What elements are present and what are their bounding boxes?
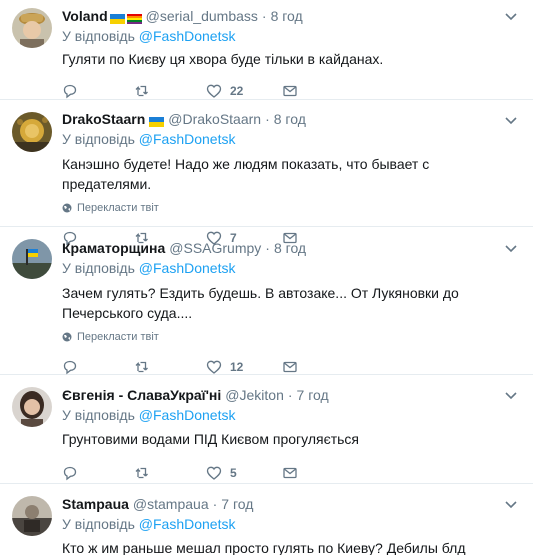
reply-icon — [63, 360, 77, 375]
chevron-down-icon[interactable] — [503, 240, 519, 256]
reply-button[interactable] — [62, 83, 134, 99]
display-name[interactable]: Stampaua — [62, 496, 129, 512]
ukraine-flag-icon — [109, 11, 125, 24]
like-button[interactable]: 5 — [206, 465, 282, 481]
tweet[interactable]: Voland @serial_dumbass · 8 год У відпові… — [0, 0, 533, 100]
rainbow-flag-icon — [126, 11, 142, 24]
separator-dot: · — [261, 8, 267, 24]
mention-link[interactable]: @FashDonetsk — [139, 407, 236, 423]
separator-dot: · — [265, 240, 270, 256]
tweet[interactable]: Краматорщина @SSAGrumpy · 8 год У відпов… — [0, 227, 533, 375]
ukraine-flag-icon — [149, 114, 165, 127]
separator-dot: · — [212, 496, 218, 512]
globe-icon — [62, 332, 72, 342]
replying-to: У відповідь @FashDonetsk — [62, 28, 236, 44]
retweet-icon — [135, 361, 148, 373]
envelope-icon — [283, 467, 297, 479]
direct-message-button[interactable] — [282, 83, 298, 99]
tweet-actions: 22 — [62, 80, 533, 102]
tweet-header: DrakoStaarn @DrakoStaarn · 8 год — [62, 109, 533, 129]
avatar[interactable] — [12, 496, 52, 536]
avatar[interactable] — [12, 387, 52, 427]
mention-link[interactable]: @FashDonetsk — [139, 131, 236, 147]
display-name[interactable]: Voland — [62, 8, 108, 24]
tweet-header: Voland @serial_dumbass · 8 год — [62, 6, 533, 26]
replying-to: У відповідь @FashDonetsk — [62, 407, 236, 423]
tweet-header: Краматорщина @SSAGrumpy · 8 год — [62, 238, 533, 258]
tweet-text: Кто ж им раньше мешал просто гулять по К… — [62, 540, 466, 555]
reply-icon — [63, 466, 77, 481]
mention-link[interactable]: @FashDonetsk — [139, 516, 236, 532]
envelope-icon — [283, 85, 297, 97]
heart-icon — [206, 84, 222, 98]
like-count: 22 — [230, 84, 244, 98]
like-button[interactable]: 12 — [206, 359, 282, 375]
translate-tweet-link[interactable]: Перекласти твіт — [62, 328, 533, 346]
mention-link[interactable]: @FashDonetsk — [139, 28, 236, 44]
chevron-down-icon[interactable] — [503, 496, 519, 512]
tweet[interactable]: Євгенія - СлаваУкраї'ні @Jekiton · 7 год… — [0, 375, 533, 484]
timestamp[interactable]: 8 год — [274, 240, 306, 256]
display-name[interactable]: DrakoStaarn — [62, 111, 145, 127]
tweet-text: Грунтовими водами ПІД Києвом прогуляєтьс… — [62, 431, 359, 447]
tweet-text: Канэшно будете! Надо же людям показать, … — [62, 156, 430, 192]
separator-dot: · — [265, 111, 270, 127]
like-count: 5 — [230, 466, 237, 480]
chevron-down-icon[interactable] — [503, 8, 519, 24]
retweet-button[interactable] — [134, 359, 206, 375]
tweet-header: Stampaua @stampaua · 7 год — [62, 494, 533, 514]
avatar[interactable] — [12, 112, 52, 152]
timestamp[interactable]: 7 год — [221, 496, 253, 512]
tweet[interactable]: Stampaua @stampaua · 7 год У відповідь @… — [0, 484, 533, 555]
globe-icon — [62, 203, 72, 213]
avatar[interactable] — [12, 239, 52, 279]
timestamp[interactable]: 8 год — [271, 8, 303, 24]
timestamp[interactable]: 8 год — [274, 111, 306, 127]
replying-to: У відповідь @FashDonetsk — [62, 260, 236, 276]
display-name[interactable]: Краматорщина — [62, 240, 165, 256]
tweet-actions: 5 — [62, 462, 533, 484]
tweet-text: Гуляти по Києву ця хвора буде тільки в к… — [62, 51, 384, 67]
like-count: 12 — [230, 360, 244, 374]
replying-to: У відповідь @FashDonetsk — [62, 131, 236, 147]
user-handle[interactable]: @SSAGrumpy — [169, 240, 261, 256]
envelope-icon — [283, 361, 297, 373]
retweet-button[interactable] — [134, 465, 206, 481]
chevron-down-icon[interactable] — [503, 112, 519, 128]
user-handle[interactable]: @stampaua — [133, 496, 209, 512]
timestamp[interactable]: 7 год — [297, 387, 329, 403]
heart-icon — [206, 360, 222, 374]
heart-icon — [206, 466, 222, 480]
chevron-down-icon[interactable] — [503, 387, 519, 403]
replying-to: У відповідь @FashDonetsk — [62, 516, 236, 532]
retweet-icon — [135, 85, 148, 97]
user-handle[interactable]: @serial_dumbass — [146, 8, 258, 24]
display-name[interactable]: Євгенія - СлаваУкраї'ні — [62, 387, 221, 403]
reply-icon — [63, 84, 77, 99]
tweet-text: Зачем гулять? Ездить будешь. В автозаке.… — [62, 285, 459, 321]
direct-message-button[interactable] — [282, 465, 298, 481]
retweet-button[interactable] — [134, 83, 206, 99]
mention-link[interactable]: @FashDonetsk — [139, 260, 236, 276]
reply-button[interactable] — [62, 359, 134, 375]
reply-feed: Voland @serial_dumbass · 8 год У відпові… — [0, 0, 533, 555]
direct-message-button[interactable] — [282, 359, 298, 375]
user-handle[interactable]: @Jekiton — [225, 387, 284, 403]
tweet[interactable]: DrakoStaarn @DrakoStaarn · 8 год У відпо… — [0, 100, 533, 246]
tweet-header: Євгенія - СлаваУкраї'ні @Jekiton · 7 год — [62, 385, 533, 405]
like-button[interactable]: 22 — [206, 83, 282, 99]
separator-dot: · — [287, 387, 293, 403]
user-handle[interactable]: @DrakoStaarn — [168, 111, 261, 127]
retweet-icon — [135, 467, 148, 479]
reply-button[interactable] — [62, 465, 134, 481]
avatar[interactable] — [12, 8, 52, 48]
translate-tweet-link[interactable]: Перекласти твіт — [62, 199, 533, 217]
